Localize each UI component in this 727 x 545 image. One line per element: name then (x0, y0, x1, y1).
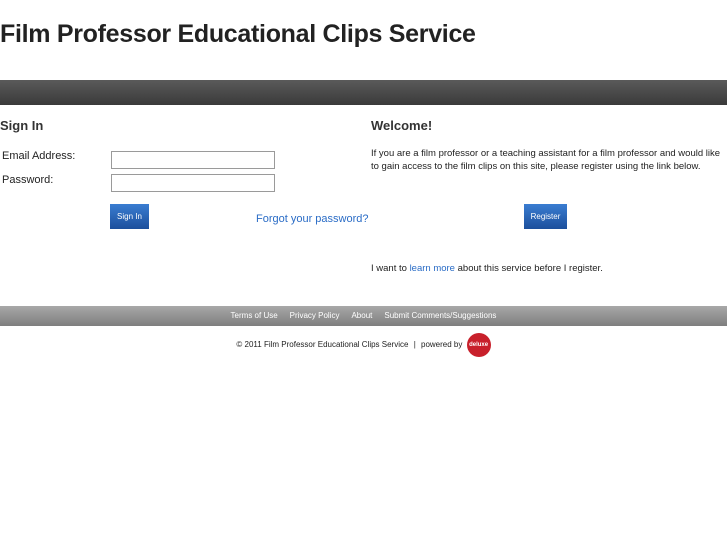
password-label: Password: (2, 174, 54, 186)
copyright-text: © 2011 Film Professor Educational Clips … (236, 340, 409, 349)
footer-link-about[interactable]: About (351, 306, 372, 326)
learn-more-line: I want to learn more about this service … (371, 263, 603, 274)
copyright-line: © 2011 Film Professor Educational Clips … (0, 333, 727, 357)
welcome-heading: Welcome! (371, 118, 433, 133)
welcome-text: If you are a film professor or a teachin… (371, 148, 721, 172)
footer-nav-bar: Terms of Use Privacy Policy About Submit… (0, 306, 727, 326)
learn-more-link[interactable]: learn more (410, 263, 455, 274)
learn-more-suffix: about this service before I register. (454, 263, 603, 274)
site-title: Film Professor Educational Clips Service (0, 20, 476, 48)
forgot-password-link[interactable]: Forgot your password? (256, 213, 369, 225)
footer-link-terms[interactable]: Terms of Use (231, 306, 278, 326)
register-button[interactable]: Register (524, 204, 567, 229)
signin-heading: Sign In (0, 118, 44, 133)
copyright-separator: | (413, 340, 416, 349)
top-nav-bar (0, 80, 727, 105)
footer-link-submit-comments[interactable]: Submit Comments/Suggestions (384, 306, 496, 326)
password-field[interactable] (111, 174, 275, 192)
page: Film Professor Educational Clips Service… (0, 0, 727, 545)
email-field[interactable] (111, 151, 275, 169)
signin-button[interactable]: Sign In (110, 204, 149, 229)
deluxe-logo[interactable]: deluxe (466, 333, 491, 357)
learn-more-prefix: I want to (371, 263, 410, 274)
footer-link-privacy[interactable]: Privacy Policy (290, 306, 340, 326)
powered-by-text: powered by (421, 340, 463, 349)
email-label: Email Address: (2, 150, 76, 162)
